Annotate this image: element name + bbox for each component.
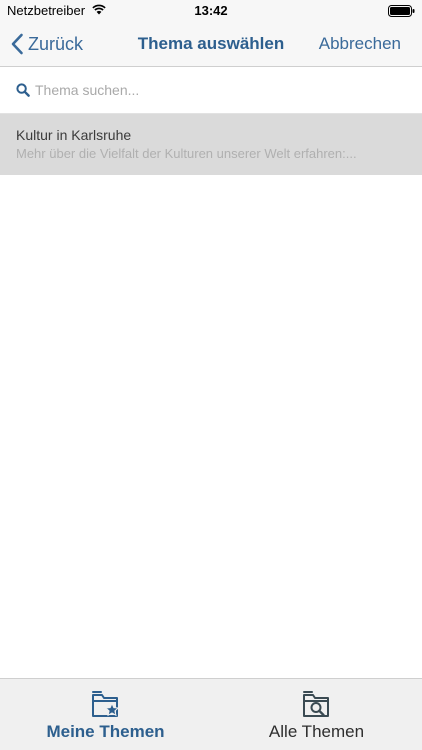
list-item-subtitle: Mehr über die Vielfalt der Kulturen unse… <box>16 146 357 161</box>
tab-bar: Meine Themen Alle Themen <box>0 678 422 750</box>
tab-label: Alle Themen <box>268 722 365 741</box>
list-item[interactable]: Kultur in Karlsruhe Mehr über die Vielfa… <box>0 114 422 175</box>
topic-list: Kultur in Karlsruhe Mehr über die Vielfa… <box>0 114 422 175</box>
tab-meine-themen[interactable]: Meine Themen <box>0 679 211 750</box>
search-bar <box>0 67 422 114</box>
status-bar: Netzbetreiber 13:42 <box>0 0 422 22</box>
screen: Netzbetreiber 13:42 Zurück Thema auswähl… <box>0 0 422 750</box>
navigation-bar: Zurück Thema auswählen Abbrechen <box>0 22 422 67</box>
chevron-left-icon <box>11 33 23 55</box>
tab-alle-themen[interactable]: Alle Themen <box>211 679 422 750</box>
back-button[interactable]: Zurück <box>10 31 83 57</box>
back-label: Zurück <box>28 33 84 54</box>
clock: 13:42 <box>194 3 228 18</box>
folder-search-icon <box>303 691 329 717</box>
search-input[interactable] <box>35 78 405 102</box>
tab-label: Meine Themen <box>46 722 165 741</box>
search-icon <box>16 83 30 97</box>
cancel-button[interactable]: Abbrechen <box>319 34 401 54</box>
list-item-title: Kultur in Karlsruhe <box>16 127 132 143</box>
folder-star-icon <box>92 691 120 717</box>
battery-icon <box>388 5 415 17</box>
